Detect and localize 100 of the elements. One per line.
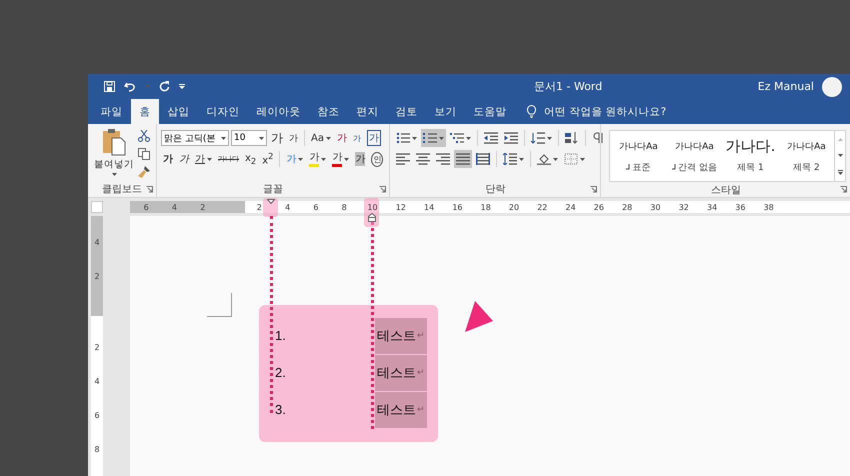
- ruler-number: 36: [735, 202, 746, 212]
- margin-corner-mark: [207, 293, 232, 317]
- clipboard-icon: [102, 128, 126, 156]
- align-left-icon: [396, 153, 410, 165]
- caret-icon: [439, 136, 444, 140]
- avatar-icon[interactable]: [822, 76, 842, 96]
- ribbon-tab[interactable]: 보기: [426, 99, 465, 124]
- paragraph-mark: ↵: [417, 330, 425, 340]
- align-center-icon: [416, 153, 430, 165]
- ruler-number: 2: [94, 343, 100, 353]
- style-option[interactable]: 가나다Aa 제목 2: [778, 131, 834, 181]
- dialog-launcher-icon[interactable]: [146, 186, 153, 193]
- ruler-number: 8: [342, 202, 347, 212]
- format-button[interactable]: 가: [177, 150, 191, 168]
- format-button[interactable]: 인: [369, 150, 386, 168]
- user-name[interactable]: Ez Manual: [758, 80, 814, 93]
- brush-icon[interactable]: [138, 166, 150, 178]
- multilevel-list-icon: [450, 132, 464, 144]
- group-label: 클립보드: [102, 183, 142, 197]
- ribbon-tab[interactable]: 레이아웃: [248, 99, 309, 124]
- ruler-number: 4: [172, 202, 177, 212]
- style-option[interactable]: 가나다Aa 간격 없음: [666, 131, 722, 181]
- format-button[interactable]: 가: [364, 129, 383, 147]
- copy-icon[interactable]: [138, 148, 150, 160]
- redo-icon[interactable]: [159, 81, 170, 92]
- paragraph-button[interactable]: [454, 150, 472, 168]
- ruler-number: 12: [396, 202, 406, 212]
- align-right-icon: [436, 153, 450, 165]
- list-text: 테스트↵: [375, 354, 427, 390]
- line-spacing-icon: [503, 153, 518, 165]
- numbered-list-icon: [423, 132, 438, 144]
- ruler-number: 2: [256, 202, 262, 212]
- dialog-launcher-icon[interactable]: [379, 186, 386, 193]
- format-button[interactable]: 가: [353, 150, 368, 168]
- format-button[interactable]: 가: [287, 129, 300, 147]
- paragraph-button[interactable]: [474, 150, 492, 168]
- caret-icon: [580, 158, 586, 160]
- scissors-icon[interactable]: [138, 130, 150, 142]
- ribbon-tab[interactable]: 편지: [348, 99, 387, 124]
- caret-icon: [321, 158, 326, 160]
- caret-icon: [221, 136, 226, 140]
- save-icon[interactable]: [104, 81, 115, 92]
- left-indent-marker[interactable]: [368, 213, 376, 222]
- undo-icon[interactable]: [124, 82, 136, 92]
- caret-icon: [519, 158, 524, 160]
- tell-me-field[interactable]: 어떤 작업을 원하시나요?: [544, 104, 666, 118]
- paragraph-button[interactable]: [501, 150, 526, 168]
- ruler-number: 28: [622, 202, 632, 212]
- ribbon-tab[interactable]: 파일: [92, 99, 131, 124]
- paragraph-mark: ↵: [417, 404, 425, 414]
- ruler-number: 16: [452, 202, 462, 212]
- dialog-launcher-icon[interactable]: [590, 186, 598, 193]
- ribbon-tab[interactable]: 삽입: [159, 99, 198, 124]
- paragraph-mark-icon: [672, 164, 676, 170]
- caret-icon: [547, 136, 552, 140]
- format-button[interactable]: 가: [330, 150, 352, 168]
- caret-icon: [553, 158, 558, 160]
- customize-icon[interactable]: [179, 84, 185, 89]
- ribbon-tab[interactable]: 검토: [387, 99, 426, 124]
- ruler-number: 8: [94, 445, 100, 455]
- font-size-field[interactable]: 10: [231, 130, 267, 146]
- format-button[interactable]: x$_{2}$: [243, 150, 258, 168]
- format-button[interactable]: 가: [307, 150, 328, 168]
- scroll-down-icon: [838, 154, 843, 156]
- ruler-number: 4: [94, 377, 100, 387]
- ribbon-tab[interactable]: 홈: [131, 99, 159, 124]
- window-title: 문서1 - Word: [533, 79, 604, 94]
- paint-bucket-icon: [537, 153, 552, 165]
- ribbon-tab[interactable]: 도움말: [465, 99, 515, 124]
- style-option[interactable]: 가나다Aa 표준: [610, 131, 666, 181]
- undo-caret-icon: [145, 85, 150, 88]
- format-button[interactable]: 가: [269, 129, 285, 147]
- distribute-icon: [476, 153, 490, 165]
- paste-button[interactable]: 붙여넣기: [92, 128, 136, 181]
- ruler-number: 32: [678, 202, 689, 212]
- ruler-number: 6: [144, 202, 149, 212]
- group-label: 스타일: [710, 184, 742, 197]
- ribbon-tab[interactable]: 참조: [309, 99, 348, 124]
- format-button[interactable]: 가: [350, 129, 363, 147]
- increase-indent-icon: [504, 132, 518, 144]
- list-text: 테스트↵: [375, 392, 427, 428]
- style-option[interactable]: 가나다. 제목 1: [722, 131, 778, 181]
- paragraph-mark: ↵: [417, 368, 425, 378]
- format-button[interactable]: x$^{2}$: [260, 150, 276, 168]
- caret-icon: [112, 173, 116, 176]
- ribbon-tab[interactable]: 디자인: [198, 99, 248, 124]
- format-button[interactable]: Aa: [309, 129, 333, 147]
- format-button[interactable]: 가: [161, 150, 175, 168]
- more-icon[interactable]: [838, 170, 843, 174]
- caret-icon: [326, 136, 331, 140]
- paragraph-button[interactable]: [421, 129, 446, 147]
- list-number: 3.: [275, 402, 287, 417]
- format-button[interactable]: 가: [334, 129, 349, 147]
- ruler-number: 14: [424, 202, 434, 212]
- format-button[interactable]: 가: [193, 150, 214, 168]
- paragraph-mark-icon: [626, 164, 630, 170]
- bullet-list-icon: [396, 132, 410, 144]
- caret-icon: [466, 136, 472, 140]
- font-name-field[interactable]: 맑은 고딕(본: [161, 130, 229, 146]
- dialog-launcher-icon[interactable]: [840, 186, 848, 193]
